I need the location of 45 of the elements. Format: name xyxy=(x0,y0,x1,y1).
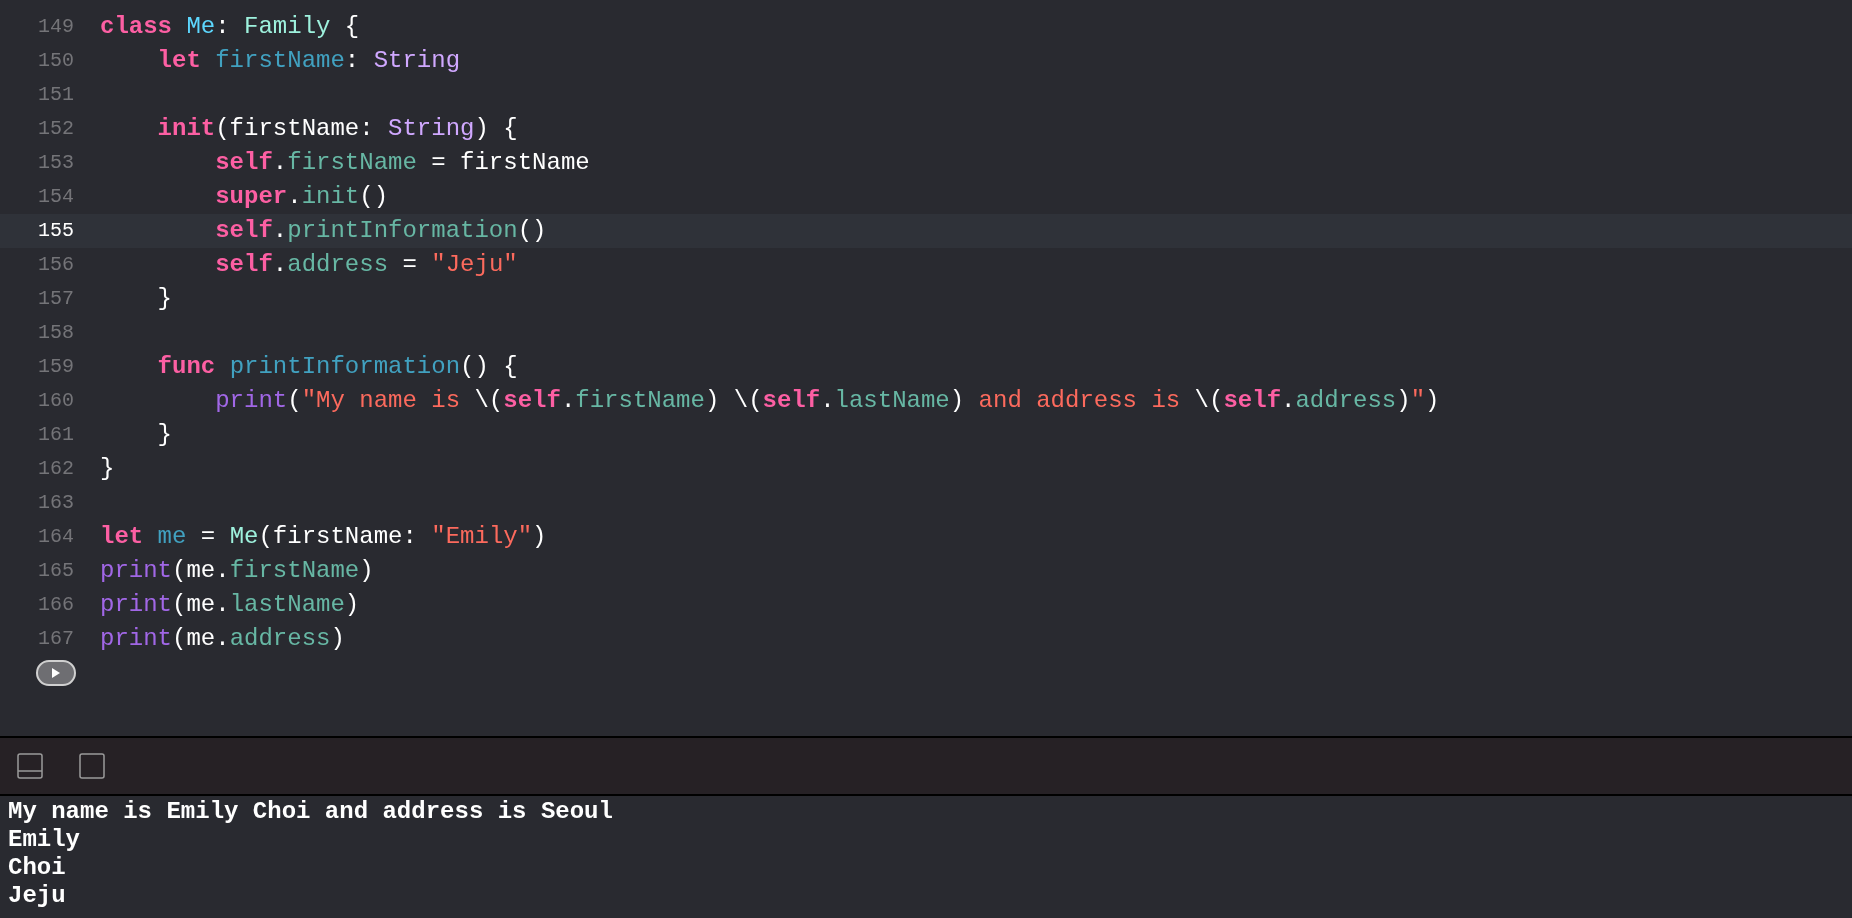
line-number: 159 xyxy=(37,354,74,380)
line-number: 158 xyxy=(37,320,74,346)
line-number: 157 xyxy=(37,286,74,312)
panel-bottom-icon xyxy=(17,753,43,779)
code-text: self.firstName = firstName xyxy=(214,148,590,178)
code-text: self.printInformation() xyxy=(214,216,547,246)
console-line: Emily xyxy=(8,826,81,854)
line-number: 166 xyxy=(37,592,74,618)
code-text: } xyxy=(156,420,172,450)
line-number: 164 xyxy=(37,524,74,550)
code-text: init(firstName: String) { xyxy=(156,114,518,144)
line-number: 155 xyxy=(37,218,74,244)
line-number: 167 xyxy=(37,626,74,652)
code-text: print(me.address) xyxy=(100,624,345,654)
console-toggle-button[interactable] xyxy=(79,753,105,779)
code-text: func printInformation() { xyxy=(156,352,518,382)
console-line: Choi xyxy=(8,854,67,882)
play-icon xyxy=(51,667,61,679)
line-number: 161 xyxy=(37,422,74,448)
code-text: let me = Me(firstName: "Emily") xyxy=(100,522,547,552)
line-number: 152 xyxy=(37,116,74,142)
line-number: 153 xyxy=(37,150,74,176)
line-number: 154 xyxy=(37,184,74,210)
line-number: 149 xyxy=(37,14,74,40)
code-text: print("My name is \(self.firstName) \(self.lastName) and address is \(self.address)") xyxy=(214,386,1440,416)
code-text: super.init() xyxy=(214,182,389,212)
code-text: let firstName: String xyxy=(156,46,461,76)
line-number: 151 xyxy=(37,82,74,108)
run-button[interactable] xyxy=(36,660,76,686)
line-number: 163 xyxy=(37,490,74,516)
square-icon xyxy=(79,753,105,779)
console-line: My name is Emily Choi and address is Seoul xyxy=(8,798,614,826)
line-number: 150 xyxy=(37,48,74,74)
line-number: 162 xyxy=(37,456,74,482)
line-number: 156 xyxy=(37,252,74,278)
line-number: 165 xyxy=(37,558,74,584)
code-text: print(me.firstName) xyxy=(100,556,374,586)
code-text: self.address = "Jeju" xyxy=(214,250,518,280)
code-text: } xyxy=(156,284,172,314)
code-text: } xyxy=(100,454,115,484)
console-line: Jeju xyxy=(8,882,67,910)
line-number: 160 xyxy=(37,388,74,414)
hide-panel-button[interactable] xyxy=(17,753,43,779)
code-text: class Me: Family { xyxy=(100,12,360,42)
code-text: print(me.lastName) xyxy=(100,590,360,620)
